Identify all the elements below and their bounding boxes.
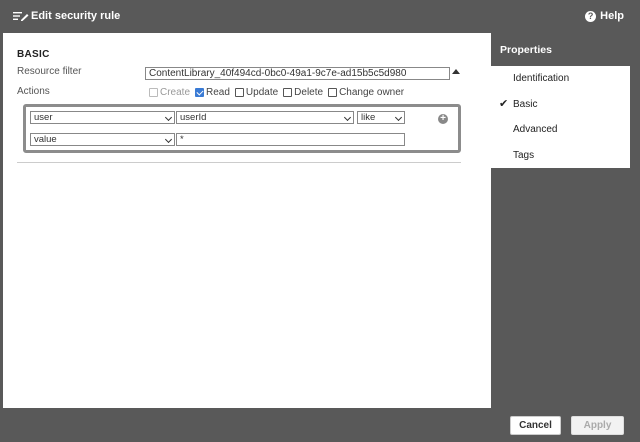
action-change-owner-label: Change owner [339,87,405,98]
action-read-checkbox[interactable]: Read [195,87,230,98]
action-change-owner-checkbox[interactable]: Change owner [328,87,404,98]
actions-label: Actions [17,86,50,97]
help-button[interactable]: ? Help [585,10,624,22]
value-type-select-value: value [34,134,57,145]
action-read-label: Read [206,87,230,98]
operator-select[interactable]: like [357,111,405,124]
edit-icon [13,12,29,21]
action-create-checkbox[interactable]: Create [149,87,190,98]
properties-item-tags[interactable]: Tags [513,150,534,161]
help-label: Help [600,10,624,22]
chevron-down-icon [343,113,352,122]
action-update-checkbox[interactable]: Update [234,87,279,98]
value-input[interactable]: * [176,133,405,146]
apply-button[interactable]: Apply [571,416,624,435]
checkbox-box[interactable] [149,88,158,97]
cancel-button[interactable]: Cancel [510,416,561,435]
dialog-title: Edit security rule [31,10,121,22]
properties-item-identification[interactable]: Identification [513,73,569,84]
properties-list: Identification ✔ Basic Advanced Tags [491,66,630,168]
checkbox-box[interactable] [234,88,244,97]
resource-select-value: user [34,112,53,123]
add-condition-icon[interactable]: + [438,114,448,124]
checkmark-icon: ✔ [499,98,509,110]
section-title: BASIC [17,49,50,60]
actions-checkboxes: Create Read Update Delete Change owner [149,87,404,98]
resource-filter-input[interactable]: ContentLibrary_40f494cd-0bc0-49a1-9c7e-a… [145,67,450,80]
checkbox-box[interactable] [283,88,293,97]
resource-select[interactable]: user [30,111,175,124]
properties-header: Properties [491,33,640,66]
section-divider [17,162,461,163]
properties-title: Properties [500,44,552,56]
operator-select-value: like [361,112,376,123]
properties-item-advanced[interactable]: Advanced [513,124,557,135]
attribute-select-value: userId [180,112,207,123]
condition-group: user userId like + value * [23,104,461,153]
chevron-down-icon [394,113,403,122]
chevron-down-icon [164,113,173,122]
action-update-label: Update [245,87,279,98]
help-icon: ? [585,10,597,22]
collapse-caret-icon[interactable] [452,69,460,74]
properties-item-basic[interactable]: Basic [513,99,537,110]
action-create-label: Create [160,87,191,98]
checkbox-box[interactable] [195,88,205,97]
rule-editor-panel: BASIC Resource filter ContentLibrary_40f… [3,33,491,408]
chevron-down-icon [164,135,173,144]
attribute-select[interactable]: userId [176,111,354,124]
resource-filter-label: Resource filter [17,66,82,77]
action-delete-label: Delete [294,87,324,98]
action-delete-checkbox[interactable]: Delete [283,87,323,98]
dialog-title-bar: Edit security rule ? Help [0,0,640,33]
value-type-select[interactable]: value [30,133,175,146]
checkbox-box[interactable] [328,88,338,97]
